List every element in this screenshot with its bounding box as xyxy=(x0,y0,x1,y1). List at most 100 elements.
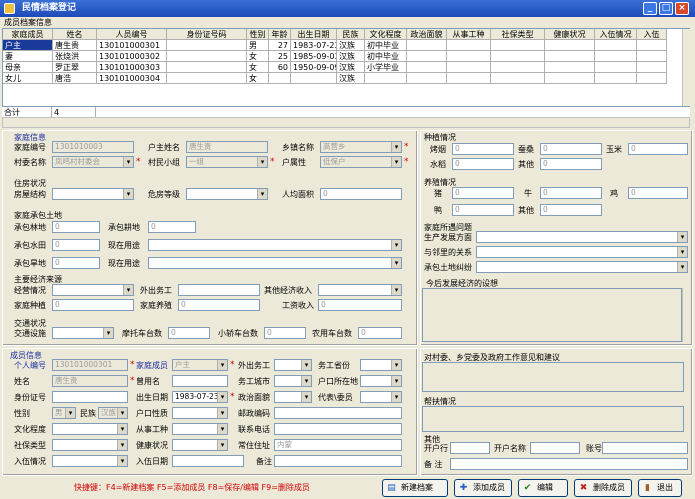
vertical-scrollbar[interactable] xyxy=(682,29,690,106)
work-city-select[interactable] xyxy=(274,375,312,387)
army-date-field[interactable] xyxy=(172,455,244,467)
phone-field[interactable] xyxy=(274,423,402,435)
id-card-field[interactable] xyxy=(52,391,128,403)
car-field[interactable]: 0 xyxy=(264,327,306,339)
edu-select[interactable] xyxy=(52,423,128,435)
other-income-select[interactable] xyxy=(318,284,402,296)
bank-field[interactable] xyxy=(450,442,490,454)
pig-field[interactable]: 0 xyxy=(452,187,514,199)
paddy-use-select[interactable] xyxy=(148,239,402,251)
social-select[interactable] xyxy=(52,439,128,451)
new-record-button[interactable]: ▤ 新建档案 xyxy=(382,479,448,497)
plant-other-field[interactable]: 0 xyxy=(540,158,602,170)
alias-field[interactable] xyxy=(172,375,228,387)
account-name-field[interactable] xyxy=(530,442,580,454)
member-out-select[interactable] xyxy=(274,359,312,371)
hukou-place-select[interactable] xyxy=(360,375,402,387)
planting-field[interactable]: 0 xyxy=(52,299,134,311)
sex-select[interactable]: 男 xyxy=(52,407,76,419)
health-select[interactable] xyxy=(172,439,228,451)
column-header[interactable]: 民族 xyxy=(337,29,365,40)
delete-member-button[interactable]: ✖ 删除成员 xyxy=(574,479,632,497)
village-select[interactable]: 凤鸣村村委会 xyxy=(52,156,134,168)
family-no-field[interactable]: 1301010003 xyxy=(52,141,134,153)
truck-field[interactable]: 0 xyxy=(358,327,402,339)
column-header[interactable]: 从事工种 xyxy=(447,29,491,40)
edit-button[interactable]: ✔ 编辑 xyxy=(518,479,568,497)
opinion-textarea[interactable] xyxy=(422,362,684,392)
zip-field[interactable] xyxy=(274,407,402,419)
forest-field[interactable]: 0 xyxy=(52,221,100,233)
moto-field[interactable]: 0 xyxy=(168,327,210,339)
town-select[interactable]: 高营乡 xyxy=(320,141,402,153)
head-name-field[interactable]: 唐生贵 xyxy=(186,141,268,153)
exit-button[interactable]: ▮ 退出 xyxy=(638,479,682,497)
table-row[interactable]: 户主 唐生贵 130101000301 男 27 1983-07-23 汉族 初中毕业 xyxy=(3,40,667,51)
chicken-field[interactable]: 0 xyxy=(628,187,688,199)
birth-date-picker[interactable]: 1983-07-23 xyxy=(172,391,228,403)
note-field[interactable] xyxy=(274,455,402,467)
table-row[interactable]: 妻张烧洪 130101000302 女 25 1985-09-03 汉族 初中毕业 xyxy=(3,51,667,62)
corn-field[interactable]: 0 xyxy=(628,143,688,155)
column-header[interactable]: 健康状况 xyxy=(545,29,595,40)
future-scrollbar[interactable] xyxy=(682,288,690,342)
neighbor-select[interactable] xyxy=(476,246,688,258)
future-textarea[interactable] xyxy=(422,288,682,342)
group-select[interactable]: 一组 xyxy=(186,156,268,168)
column-header[interactable]: 家庭成员 xyxy=(3,29,53,40)
role-select[interactable]: 户主 xyxy=(172,359,228,371)
job-select[interactable] xyxy=(172,423,228,435)
danger-level-select[interactable] xyxy=(186,188,268,200)
cow-field[interactable]: 0 xyxy=(540,187,602,199)
duck-field[interactable]: 0 xyxy=(452,204,514,216)
column-header[interactable]: 社保类型 xyxy=(491,29,545,40)
column-header[interactable]: 入伍情况 xyxy=(595,29,637,40)
column-header[interactable]: 性别 xyxy=(247,29,269,40)
rice-field[interactable]: 0 xyxy=(452,158,514,170)
maximize-button[interactable]: □ xyxy=(659,2,673,15)
nation-select[interactable]: 汉族 xyxy=(98,407,128,419)
table-row[interactable]: 女儿 唐浩 130101000304 女 汉族 xyxy=(3,73,667,84)
house-struct-select[interactable] xyxy=(52,188,134,200)
business-select[interactable] xyxy=(52,284,134,296)
column-header[interactable]: 身份证号码 xyxy=(167,29,247,40)
army-select[interactable] xyxy=(52,455,128,467)
representative-select[interactable] xyxy=(360,391,402,403)
table-row[interactable]: 母亲 罗正翠 130101000303 女 60 1950-09-09 汉族 小学毕业 xyxy=(3,62,667,73)
hukou-type-select[interactable] xyxy=(172,407,228,419)
column-header[interactable]: 出生日期 xyxy=(291,29,337,40)
area-field[interactable]: 0 xyxy=(320,188,402,200)
wage-field[interactable]: 0 xyxy=(318,299,402,311)
add-member-button[interactable]: ✚ 添加成员 xyxy=(454,479,512,497)
breed-other-field[interactable]: 0 xyxy=(540,204,602,216)
member-table[interactable]: 家庭成员 姓名 人员编号 身份证号码 性别 年龄 出生日期 民族 文化程度 政治面貌 从事工种 社保类… xyxy=(2,28,690,118)
production-select[interactable] xyxy=(476,231,688,243)
household-type-select[interactable]: 低保户 xyxy=(320,156,402,168)
breeding-field[interactable]: 0 xyxy=(178,299,260,311)
dryland-field[interactable]: 0 xyxy=(52,257,100,269)
column-header[interactable]: 年龄 xyxy=(269,29,291,40)
member-name-field[interactable]: 唐生贵 xyxy=(52,375,128,387)
paddy-field[interactable]: 0 xyxy=(52,239,100,251)
column-header[interactable]: 政治面貌 xyxy=(407,29,447,40)
land-dispute-select[interactable] xyxy=(476,261,688,273)
column-header[interactable]: 姓名 xyxy=(53,29,97,40)
column-header[interactable]: 入伍 xyxy=(637,29,667,40)
silk-field[interactable]: 0 xyxy=(540,143,602,155)
traffic-tool-select[interactable] xyxy=(52,327,114,339)
tobacco-field[interactable]: 0 xyxy=(452,143,514,155)
work-prov-select[interactable] xyxy=(360,359,402,371)
close-button[interactable]: × xyxy=(675,2,689,15)
work-out-field[interactable] xyxy=(178,284,260,296)
address-field[interactable]: 内蒙 xyxy=(274,439,402,451)
party-select[interactable] xyxy=(274,391,312,403)
dryland-use-select[interactable] xyxy=(148,257,402,269)
column-header[interactable]: 文化程度 xyxy=(365,29,407,40)
farmland-field[interactable]: 0 xyxy=(148,221,196,233)
horizontal-scrollbar[interactable] xyxy=(2,117,690,128)
account-field[interactable] xyxy=(602,442,688,454)
column-header[interactable]: 人员编号 xyxy=(97,29,167,40)
memo-field[interactable] xyxy=(450,458,688,470)
person-no-field[interactable]: 130101000301 xyxy=(52,359,128,371)
minimize-button[interactable]: _ xyxy=(643,2,657,15)
